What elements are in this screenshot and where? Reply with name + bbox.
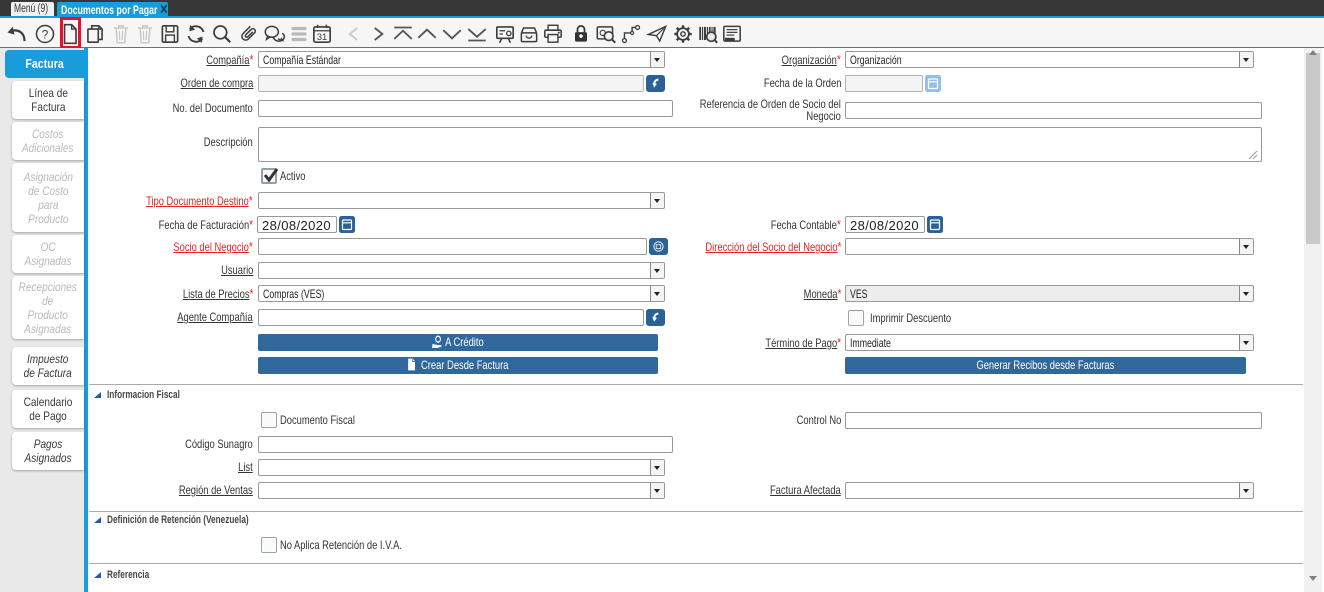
svg-text:?: ? bbox=[42, 27, 49, 41]
svg-text:31: 31 bbox=[317, 32, 327, 42]
